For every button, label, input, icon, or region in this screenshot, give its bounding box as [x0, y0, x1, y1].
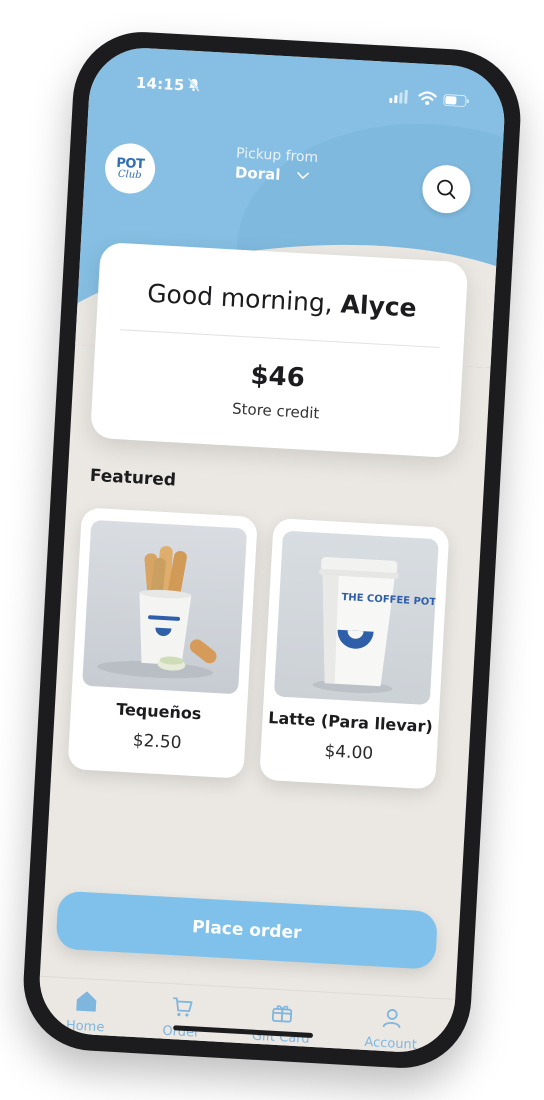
phone-frame: 14:15 POT Club Pickup from Doral Good mo… [19, 28, 525, 1072]
pickup-store-name: Doral [234, 163, 281, 184]
product-card-tequenos[interactable]: Tequeños $2.50 [67, 507, 258, 779]
tequenos-image [82, 519, 248, 695]
latte-illustration: THE COFFEE POT [312, 557, 437, 694]
greeting-user-name: Alyce [339, 289, 418, 323]
greeting-prefix: Good morning, [146, 278, 342, 319]
app-screen: 14:15 POT Club Pickup from Doral Good mo… [36, 45, 508, 1055]
home-icon [76, 991, 97, 1012]
battery-icon [443, 94, 469, 107]
cart-icon [172, 997, 193, 1017]
nav-item-gift-card[interactable]: Gift Card [240, 998, 322, 1047]
logo-script: Club [117, 168, 142, 182]
bell-muted-icon [187, 77, 200, 92]
place-order-button[interactable]: Place order [55, 890, 439, 970]
mockup-stage: 14:15 POT Club Pickup from Doral Good mo… [0, 0, 544, 1100]
greeting-heading: Good morning, Alyce [97, 276, 466, 325]
nav-item-account[interactable]: Account [350, 1004, 432, 1053]
gift-icon [271, 1005, 293, 1023]
user-icon [382, 1009, 401, 1029]
product-price: $2.50 [132, 730, 182, 754]
greeting-card: Good morning, Alyce $46 Store credit [89, 241, 469, 459]
product-price: $4.00 [323, 741, 374, 764]
product-name: Latte (Para llevar) [267, 708, 434, 737]
nav-label-account: Account [363, 1034, 418, 1053]
product-name: Tequeños [115, 699, 202, 724]
signal-icon [389, 89, 408, 104]
featured-section-title: Featured [89, 465, 177, 491]
status-time: 14:15 [135, 73, 186, 95]
chevron-down-icon [297, 172, 310, 179]
nav-item-home[interactable]: Home [45, 987, 127, 1036]
bottom-navigation: Home Order Gift Card Account [36, 975, 456, 1055]
nav-item-order[interactable]: Order [141, 992, 223, 1041]
nav-label-home: Home [65, 1018, 105, 1036]
status-indicators [389, 88, 470, 110]
product-card-latte[interactable]: THE COFFEE POT Latte (Para llevar) $4.00 [259, 518, 450, 790]
pickup-selector[interactable]: Pickup from Doral [235, 145, 367, 188]
tequenos-illustration [97, 546, 217, 679]
wifi-icon [418, 91, 437, 105]
latte-cup-image: THE COFFEE POT [273, 530, 439, 706]
search-icon [437, 179, 456, 200]
greeting-divider [120, 329, 440, 349]
